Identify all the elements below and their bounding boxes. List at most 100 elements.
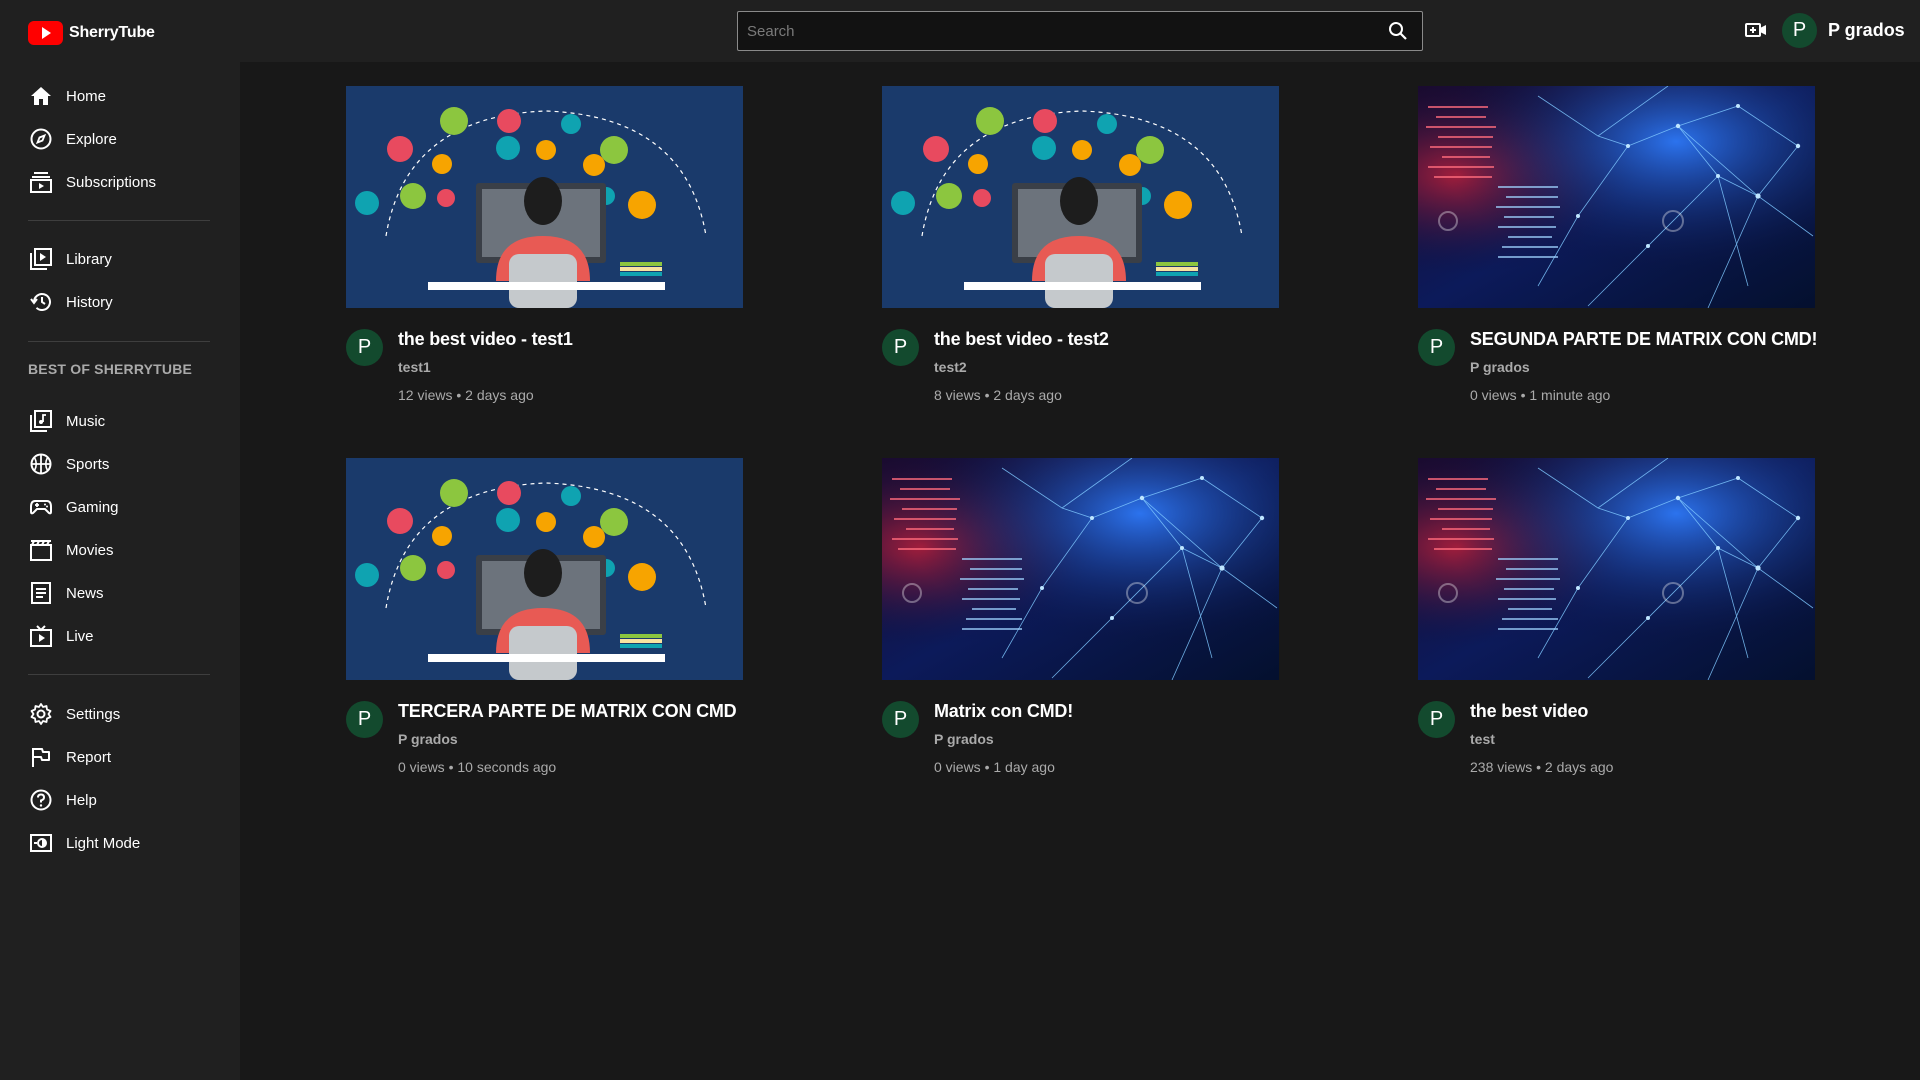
sidebar-item-subscriptions[interactable]: Subscriptions [18,162,222,202]
sidebar-item-label: Movies [66,541,114,559]
sidebar-item-explore[interactable]: Explore [18,119,222,159]
channel-name[interactable]: P grados [1470,359,1530,375]
news-icon [18,582,66,604]
search-bar [737,11,1423,51]
logo[interactable]: SherryTube [28,21,155,45]
sidebar-item-home[interactable]: Home [18,76,222,116]
channel-avatar[interactable]: P [346,701,383,738]
video-card[interactable]: P the best video - test1 test1 12 views … [346,86,744,409]
create-video-icon[interactable] [1745,20,1767,45]
home-icon [18,85,66,107]
video-title[interactable]: the best video - test1 [398,329,573,350]
music-icon [18,410,66,432]
sidebar-item-label: News [66,584,104,602]
video-title[interactable]: TERCERA PARTE DE MATRIX CON CMD [398,701,737,722]
video-stats: 0 views • 1 day ago [934,759,1055,775]
sidebar-item-help[interactable]: Help [18,780,222,820]
video-title[interactable]: SEGUNDA PARTE DE MATRIX CON CMD! [1470,329,1817,350]
sidebar-item-report[interactable]: Report [18,737,222,777]
video-card[interactable]: P the best video - test2 test2 8 views •… [882,86,1280,409]
top-bar: SherryTube P P grados [0,0,1920,62]
sidebar-item-settings[interactable]: Settings [18,694,222,734]
video-card[interactable]: P the best video test 238 views • 2 days… [1418,458,1816,781]
sidebar-item-label: Help [66,791,97,809]
video-thumbnail[interactable] [346,458,743,680]
light-mode-icon [18,832,66,854]
help-icon [18,789,66,811]
user-account-button[interactable]: P P grados [1782,13,1905,48]
channel-name[interactable]: test1 [398,359,431,375]
video-thumbnail[interactable] [1418,86,1815,308]
video-thumbnail[interactable] [882,86,1279,308]
programming-illustration [346,458,743,680]
channel-avatar[interactable]: P [882,701,919,738]
video-meta: P the best video - test2 test2 8 views •… [882,329,1280,409]
play-logo-icon [28,21,63,45]
sidebar-item-news[interactable]: News [18,573,222,613]
sidebar-item-live[interactable]: Live [18,616,222,656]
channel-name[interactable]: P grados [934,731,994,747]
search-button[interactable] [1374,12,1422,50]
channel-name[interactable]: test2 [934,359,967,375]
matrix-network-illustration [1418,86,1815,308]
channel-name[interactable]: test [1470,731,1495,747]
subscriptions-icon [18,171,66,193]
app-name: SherryTube [69,24,155,41]
channel-avatar[interactable]: P [346,329,383,366]
library-icon [18,248,66,270]
video-thumbnail[interactable] [1418,458,1815,680]
sidebar-item-label: Gaming [66,498,119,516]
sidebar-item-sports[interactable]: Sports [18,444,222,484]
channel-name[interactable]: P grados [398,731,458,747]
channel-avatar[interactable]: P [1418,329,1455,366]
sidebar-item-label: Light Mode [66,834,141,852]
gaming-icon [18,496,66,518]
matrix-network-illustration [882,458,1279,680]
sidebar-item-label: Home [66,87,107,105]
video-stats: 12 views • 2 days ago [398,387,534,403]
sidebar-item-light-mode[interactable]: Light Mode [18,823,222,863]
compass-icon [18,128,66,150]
sidebar-item-movies[interactable]: Movies [18,530,222,570]
video-meta: P SEGUNDA PARTE DE MATRIX CON CMD! P gra… [1418,329,1817,409]
video-stats: 0 views • 1 minute ago [1470,387,1611,403]
video-title[interactable]: the best video - test2 [934,329,1109,350]
channel-avatar[interactable]: P [1418,701,1455,738]
video-card[interactable]: P SEGUNDA PARTE DE MATRIX CON CMD! P gra… [1418,86,1817,409]
sidebar-item-gaming[interactable]: Gaming [18,487,222,527]
sidebar-item-library[interactable]: Library [18,239,222,279]
video-stats: 0 views • 10 seconds ago [398,759,557,775]
video-thumbnail[interactable] [346,86,743,308]
sidebar-divider [28,674,210,675]
section-title: BEST OF SHERRYTUBE [28,361,193,377]
sidebar-item-label: Report [66,748,112,766]
search-icon [1389,22,1407,40]
video-stats: 238 views • 2 days ago [1470,759,1614,775]
sidebar-item-history[interactable]: History [18,282,222,322]
sidebar-item-label: Explore [66,130,117,148]
video-card[interactable]: P Matrix con CMD! P grados 0 views • 1 d… [882,458,1280,781]
programming-illustration [346,86,743,308]
search-input[interactable] [738,12,1374,50]
sidebar-item-music[interactable]: Music [18,401,222,441]
sidebar-item-label: Live [66,627,94,645]
sidebar: Home Explore Subscriptions Library Histo… [0,62,240,1080]
video-title[interactable]: the best video [1470,701,1588,722]
history-icon [18,291,66,313]
video-meta: P TERCERA PARTE DE MATRIX CON CMD P grad… [346,701,744,781]
movies-icon [18,539,66,561]
video-thumbnail[interactable] [882,458,1279,680]
video-title[interactable]: Matrix con CMD! [934,701,1073,722]
avatar: P [1782,13,1817,48]
sidebar-item-label: Subscriptions [66,173,157,191]
video-card[interactable]: P TERCERA PARTE DE MATRIX CON CMD P grad… [346,458,744,781]
settings-icon [18,703,66,725]
sidebar-divider [28,220,210,221]
video-meta: P the best video - test1 test1 12 views … [346,329,744,409]
sidebar-item-label: History [66,293,113,311]
video-stats: 8 views • 2 days ago [934,387,1062,403]
programming-illustration [882,86,1279,308]
sidebar-item-label: Sports [66,455,110,473]
channel-avatar[interactable]: P [882,329,919,366]
user-name: P grados [1828,20,1905,40]
